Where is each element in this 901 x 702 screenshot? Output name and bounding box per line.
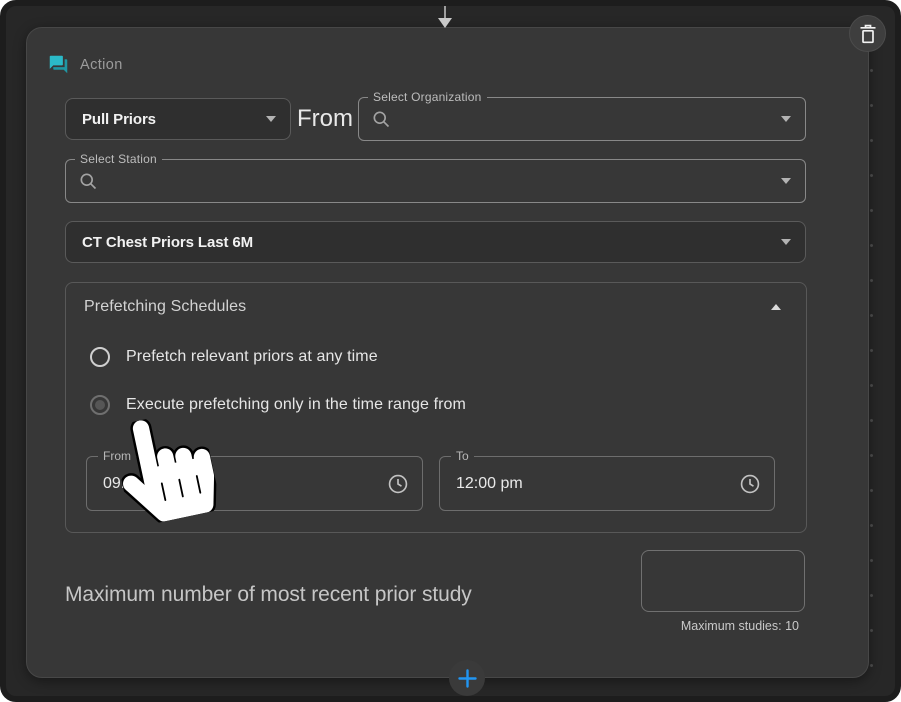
clock-icon[interactable]: [739, 473, 761, 495]
time-to-value: 12:00 pm: [456, 475, 523, 493]
prefetching-schedules-header[interactable]: Prefetching Schedules: [66, 283, 806, 316]
chevron-down-icon: [781, 178, 791, 184]
prefetching-schedules-panel: Prefetching Schedules Prefetch relevant …: [65, 282, 807, 533]
organization-search-field[interactable]: Select Organization: [358, 97, 806, 141]
max-priors-label: Maximum number of most recent prior stud…: [65, 583, 472, 607]
radio-selected-icon: [90, 395, 110, 415]
connector-arrow-icon: [436, 0, 454, 29]
prior-rule-select[interactable]: CT Chest Priors Last 6M: [65, 221, 806, 263]
max-priors-input[interactable]: [641, 550, 805, 612]
collapse-icon: [771, 304, 781, 310]
radio-option-anytime[interactable]: Prefetch relevant priors at any time: [90, 347, 378, 367]
radio-option-anytime-label: Prefetch relevant priors at any time: [126, 348, 378, 366]
forum-icon: [48, 54, 69, 75]
trash-icon: [859, 24, 877, 44]
delete-node-button[interactable]: [849, 15, 886, 52]
organization-field-label: Select Organization: [368, 89, 487, 105]
max-priors-helper: Maximum studies: 10: [641, 619, 799, 633]
workflow-canvas: Action Pull Priors From Select Organizat…: [0, 0, 901, 702]
prefetching-schedules-title: Prefetching Schedules: [84, 298, 246, 316]
time-from-value: 09:0: [103, 475, 134, 493]
chevron-down-icon: [781, 239, 791, 245]
radio-option-timerange[interactable]: Execute prefetching only in the time ran…: [90, 395, 466, 415]
action-type-select[interactable]: Pull Priors: [65, 98, 291, 140]
radio-option-timerange-label: Execute prefetching only in the time ran…: [126, 396, 466, 414]
plus-icon: [458, 669, 477, 688]
station-search-field[interactable]: Select Station: [65, 159, 806, 203]
card-title: Action: [80, 57, 123, 73]
radio-unselected-icon: [90, 347, 110, 367]
clock-icon[interactable]: [387, 473, 409, 495]
station-field-label: Select Station: [75, 151, 162, 167]
search-icon: [78, 171, 98, 191]
chevron-down-icon: [266, 116, 276, 122]
chevron-down-icon: [781, 116, 791, 122]
time-to-field[interactable]: To 12:00 pm: [439, 456, 775, 511]
time-from-field[interactable]: From 09:0: [86, 456, 423, 511]
time-from-label: From: [98, 448, 136, 464]
prior-rule-value: CT Chest Priors Last 6M: [82, 234, 781, 251]
time-to-label: To: [451, 448, 474, 464]
action-type-value: Pull Priors: [82, 111, 266, 128]
card-header: Action: [48, 54, 123, 75]
add-node-button[interactable]: [449, 660, 485, 696]
from-label: From: [297, 105, 353, 133]
action-card: Action Pull Priors From Select Organizat…: [26, 27, 869, 678]
search-icon: [371, 109, 391, 129]
